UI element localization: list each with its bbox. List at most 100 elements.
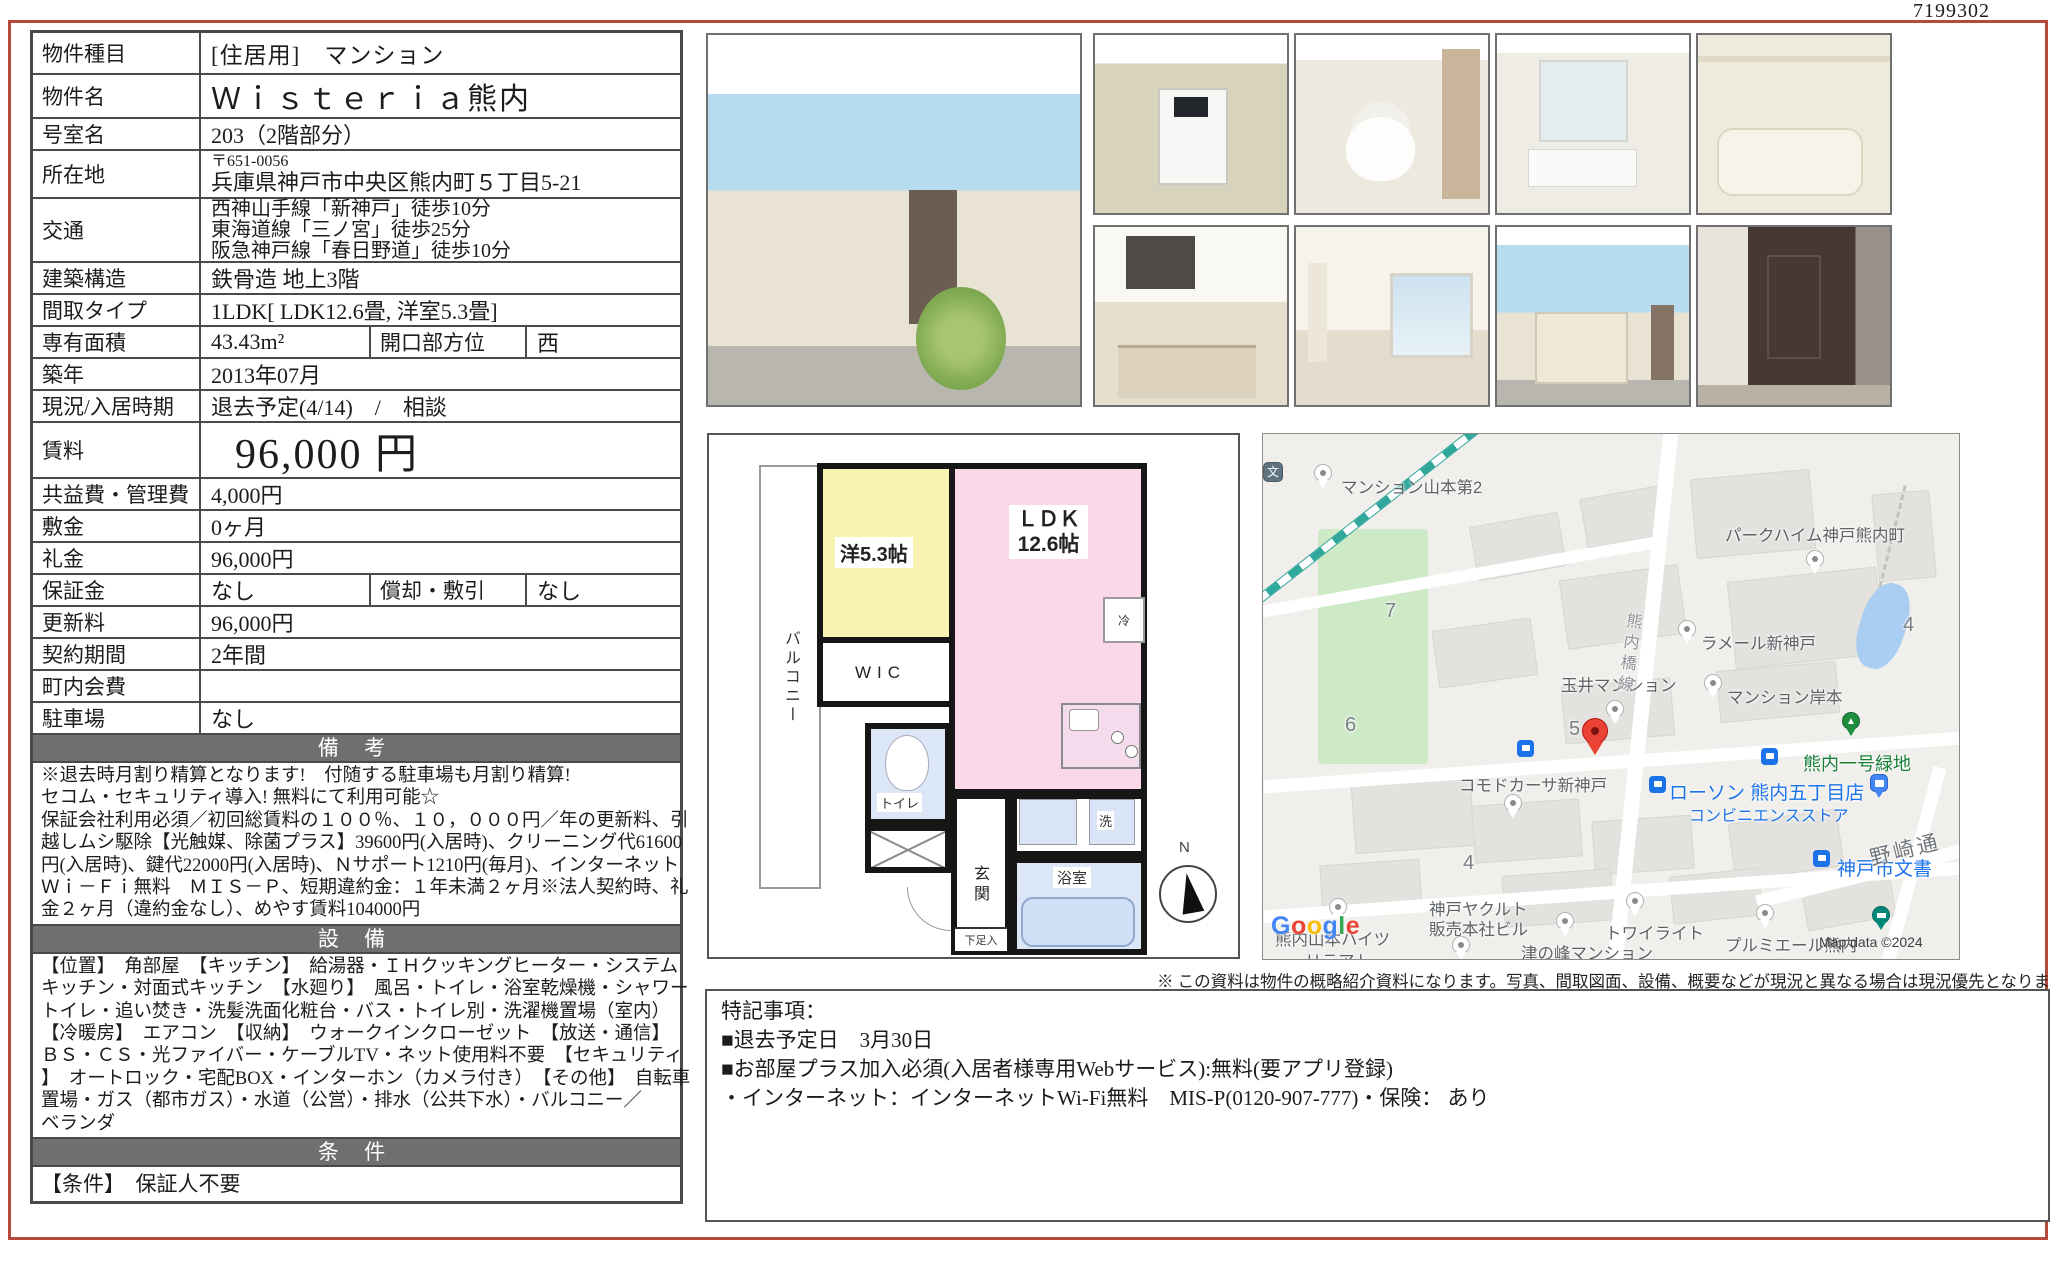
spec-value: 鉄骨造 地上3階 [201,263,680,293]
section-line: 】 オートロック・宅配BOX・インターホン（カメラ付き） 【その他】 自転車 [41,1068,674,1090]
spec-label: 物件種目 [33,33,201,73]
section-line: 置場・ガス（都市ガス）・水道（公営）・排水（公共下水）・バルコニー／ [41,1090,674,1112]
spec-value: 0ヶ月 [201,511,680,541]
section-line: ＢＳ・ＣＳ・光ファイバー・ケーブルTV・ネット使用料不要 【セキュリティ [41,1045,674,1067]
section-line: 金２ヶ月（違約金なし）、めやす賃料104000円 [41,899,674,921]
map-label: ラメール新神戸 [1701,630,1816,654]
spec-value: 4,000円 [201,479,680,509]
spec-label: 開口部方位 [369,327,527,357]
floorplan-door-arc [907,887,951,931]
floorplan-ldk-label: ＬＤＫ 12.6帖 [1009,505,1088,559]
map-label: コンビニエンスストア [1689,802,1849,826]
spec-label: 専有面積 [33,327,201,357]
special-notes-box: 特記事項：■退去予定日 3月30日■お部屋プラス加入必須(入居者様専用Webサー… [705,989,2050,1222]
map-label: 販売本社ビル [1429,916,1528,940]
map-label: 熊内一号緑地 [1803,750,1911,776]
map-label: マンション岸本 [1727,684,1843,708]
spec-row: 現況/入居時期退去予定(4/14) / 相談 [33,389,680,421]
floorplan-balcony: バルコニー [759,465,821,889]
floorplan-wic-label: WIC [855,663,906,683]
spec-value: 96,000円 [201,607,680,637]
photo-exterior-main [706,33,1082,407]
photo-washstand [1495,33,1691,215]
floorplan: バルコニー 洋5.3帖 ＬＤＫ 12.6帖 WIC 冷 トイレ 玄関 下足入 洗… [707,433,1240,959]
section-line: 【冷暖房】 エアコン 【収納】 ウォークインクローゼット 【放送・通信】 [41,1023,674,1045]
photo-intercom [1093,33,1289,215]
map-label: 5 [1569,718,1580,741]
spec-value: 96,000 円 [201,423,680,477]
floorplan-fridge: 冷 [1103,597,1145,643]
spec-row: 更新料96,000円 [33,605,680,637]
section-body: 【位置】 角部屋 【キッチン】 給湯器・ＩＨクッキングヒーター・システムキッチン… [33,952,680,1137]
floorplan-toilet-label: トイレ [877,793,922,812]
spec-label: 現況/入居時期 [33,391,201,421]
photo-entrance-door [1696,225,1892,407]
spec-value: 43.43m² [201,327,369,357]
note-line: 特記事項： [721,997,2034,1026]
spec-label: 契約期間 [33,639,201,669]
spec-table: 物件種目[住居用] マンション物件名Ｗｉｓｔｅｒｉａ熊内号室名203（2階部分）… [30,30,683,1204]
section-body: ※退去時月割り精算となります! 付随する駐車場も月割り精算!セコム・セキュリティ… [33,761,680,924]
note-line: ■退去予定日 3月30日 [721,1026,2034,1055]
spec-label: 建築構造 [33,263,201,293]
section-line: 円(入居時)、鍵代22000円(入居時)、Ｎサポート1210円(毎月)、インター… [41,855,674,877]
spec-value: 〒651-0056兵庫県神戸市中央区熊内町５丁目5-21 [201,151,680,197]
spec-row: 契約期間2年間 [33,637,680,669]
spec-row: 交通西神山手線「新神戸」徒歩10分東海道線「三ノ宮」徒歩25分阪急神戸線「春日野… [33,197,680,261]
spec-row: 保証金なし償却・敷引なし [33,573,680,605]
spec-label: 所在地 [33,151,201,197]
spec-row: 所在地〒651-0056兵庫県神戸市中央区熊内町５丁目5-21 [33,149,680,197]
spec-value: 退去予定(4/14) / 相談 [201,391,680,421]
map-label: ローソン 熊内五丁目店 [1669,778,1864,805]
map-label: 4 [1463,852,1474,875]
floorplan-toilet-shape [885,735,929,791]
section-title: 備 考 [33,733,680,761]
google-logo: Google [1271,912,1360,941]
section-line: 越しムシ駆除【光触媒、除菌プラス】39600円(入居時)、クリーニング代6160… [41,832,674,854]
compass-north-label: N [1179,839,1190,856]
spec-row: 物件名Ｗｉｓｔｅｒｉａ熊内 [33,73,680,117]
spec-label: 共益費・管理費 [33,479,201,509]
section-line: トイレ・追い焚き・洗髪洗面化粧台・バス・トイレ別・洗濯機置場（室内） [41,1001,674,1023]
map-label: パークハイム神戸熊内町 [1725,522,1905,546]
spec-label: 物件名 [33,75,201,117]
map[interactable]: ▲文 マンション山本第2パークハイム神戸熊内町玉井マンションラメール新神戸マンシ… [1262,433,1960,960]
photo-exterior-2 [1495,225,1691,407]
spec-value: なし [201,575,369,605]
map-label: 6 [1345,714,1356,737]
spec-label: 間取タイプ [33,295,201,325]
spec-value: なし [201,703,680,733]
map-label: 7 [1385,600,1396,623]
photo-kitchen [1093,225,1289,407]
spec-label: 礼金 [33,543,201,573]
photo-bathroom [1696,33,1892,215]
section-line: 【条件】 保証人不要 [41,1169,674,1199]
spec-value: 96,000円 [201,543,680,573]
section-body: 【条件】 保証人不要 [33,1165,680,1201]
floorplan-bathroom-label: 浴室 [1053,867,1091,888]
spec-label: 交通 [33,199,201,261]
floorplan-western-room-label: 洋5.3帖 [835,537,913,568]
photo-toilet [1294,33,1490,215]
section-line: セコム・セキュリティ導入! 無料にて利用可能☆ [41,787,674,809]
spec-value: [住居用] マンション [201,33,680,73]
spec-value: 2年間 [201,639,680,669]
spec-value: なし [527,575,680,605]
section-line: ※退去時月割り精算となります! 付随する駐車場も月割り精算! [41,765,674,787]
spec-value: Ｗｉｓｔｅｒｉａ熊内 [201,75,680,117]
floorplan-stove-burner [1125,745,1138,758]
floorplan-stove-burner [1111,731,1124,744]
spec-row: 間取タイプ1LDK[ LDK12.6畳, 洋室5.3畳] [33,293,680,325]
spec-row: 賃料96,000 円 [33,421,680,477]
spec-label: 町内会費 [33,671,201,701]
floorplan-shoe-box: 下足入 [955,927,1007,951]
spec-label: 償却・敷引 [369,575,527,605]
note-line: ■お部屋プラス加入必須(入居者様専用Webサービス):無料(要アプリ登録) [721,1055,2034,1084]
spec-label: 敷金 [33,511,201,541]
section-title: 設 備 [33,924,680,952]
spec-row: 共益費・管理費4,000円 [33,477,680,509]
spec-label: 駐車場 [33,703,201,733]
floorplan-vanity [1019,799,1077,845]
map-label: マンション山本第2 [1341,474,1482,498]
spec-label: 築年 [33,359,201,389]
